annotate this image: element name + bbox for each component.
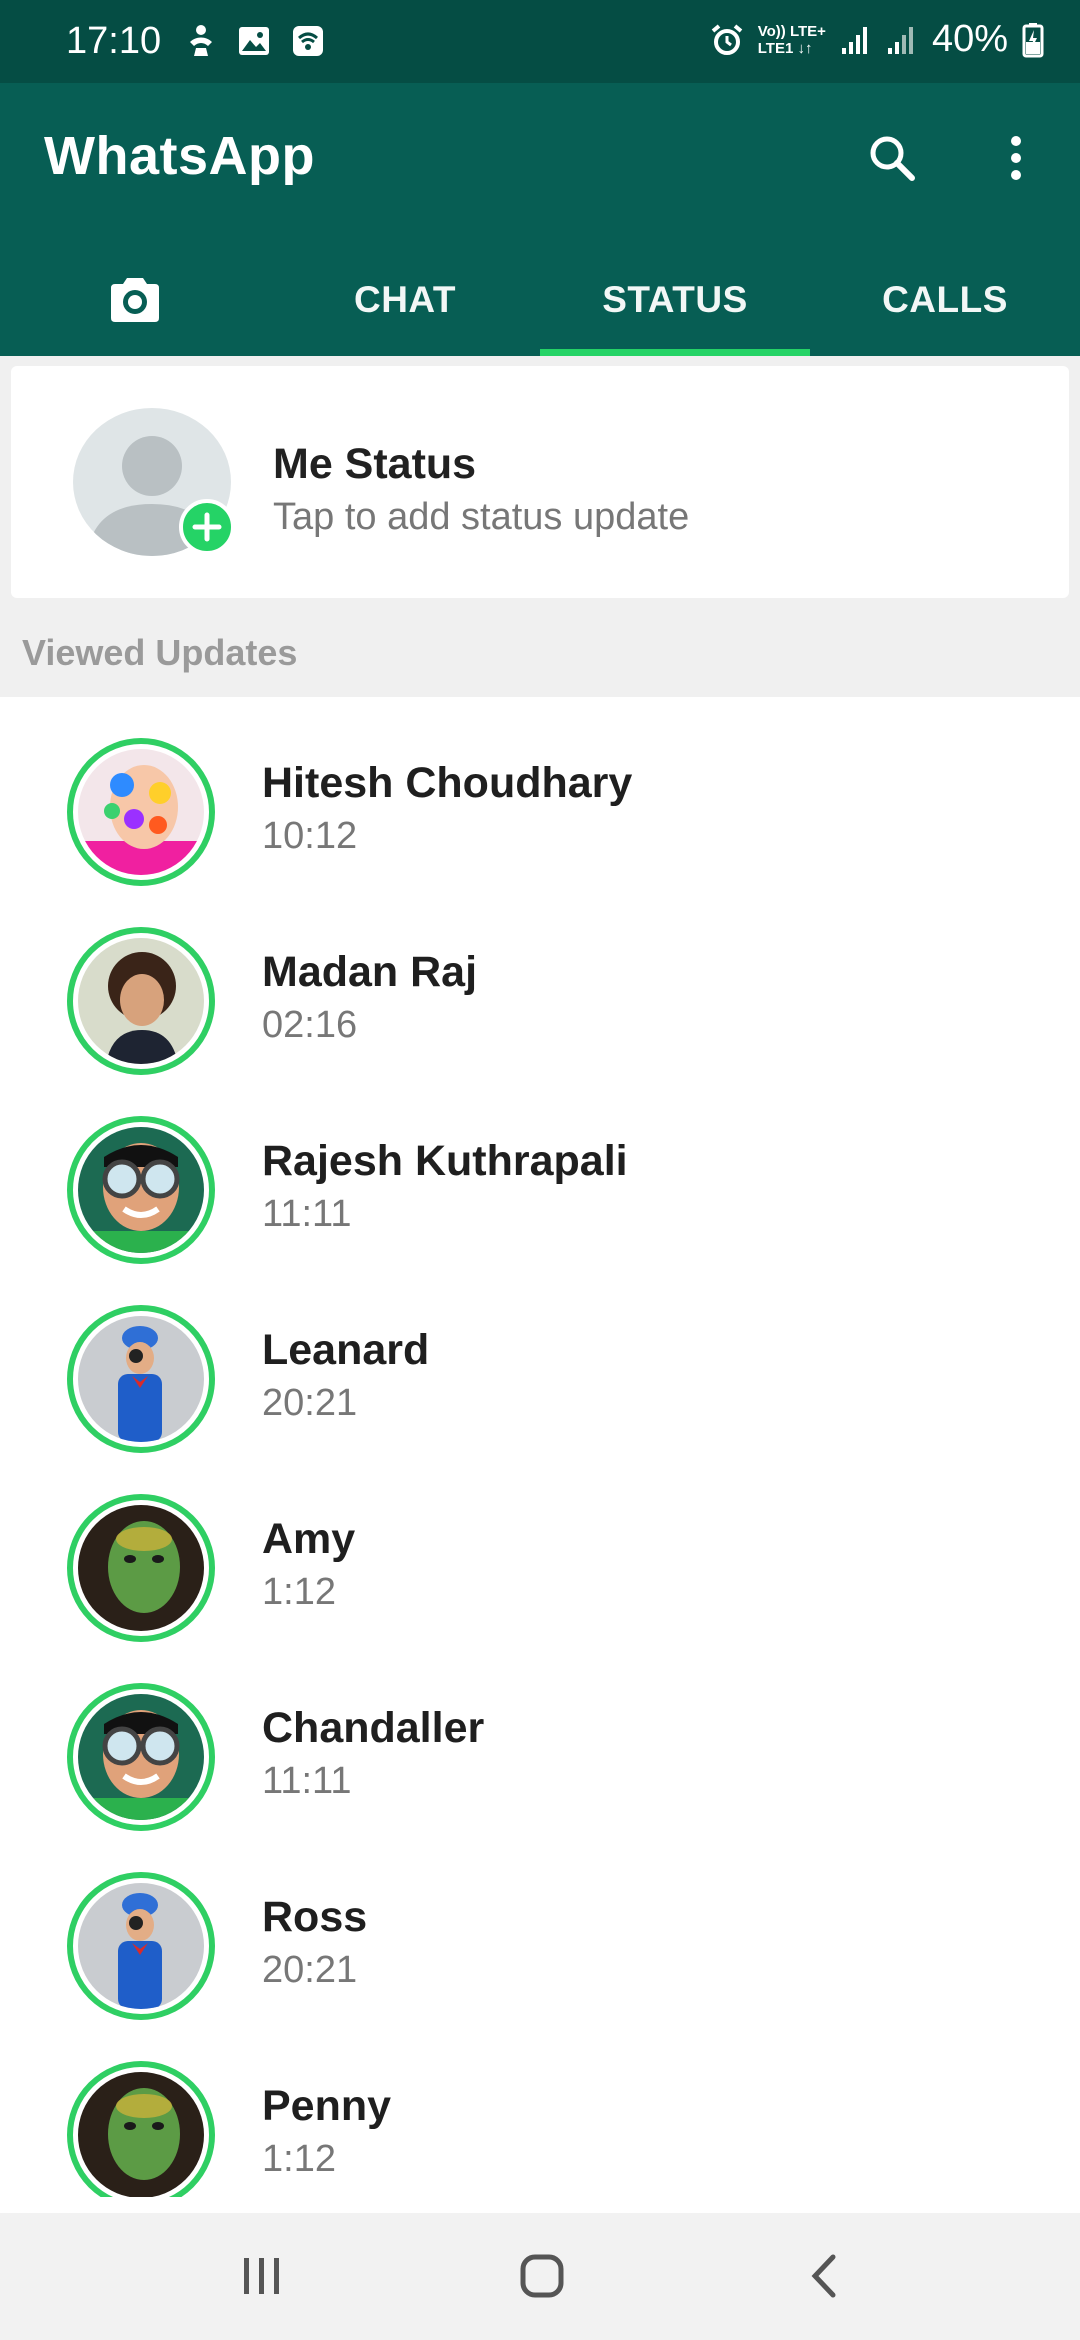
contact-photo — [78, 1127, 204, 1253]
plus-icon — [192, 512, 222, 542]
status-time: 1:12 — [262, 1571, 336, 1613]
contact-photo — [78, 2072, 204, 2197]
status-item[interactable]: Ross 20:21 — [0, 1831, 1080, 2020]
status-time: 1:12 — [262, 2138, 336, 2180]
tab-bar: CHAT STATUS CALLS — [0, 243, 1080, 356]
clock: 17:10 — [66, 20, 162, 62]
accessibility-icon — [190, 25, 212, 56]
alarm-icon — [711, 23, 743, 55]
my-status-card[interactable]: Me Status Tap to add status update — [11, 366, 1069, 598]
status-item[interactable]: Madan Raj 02:16 — [0, 886, 1080, 1075]
status-item[interactable]: Chandaller 11:11 — [0, 1642, 1080, 1831]
battery-charging-icon — [1022, 22, 1044, 57]
contact-name: Madan Raj — [262, 948, 478, 996]
status-item[interactable]: Amy 1:12 — [0, 1453, 1080, 1642]
back-button[interactable] — [784, 2243, 864, 2309]
home-icon — [520, 2254, 564, 2298]
tab-chat[interactable]: CHAT — [270, 243, 540, 356]
status-ring — [67, 1683, 215, 1831]
contact-photo — [78, 1694, 204, 1820]
system-indicators: Vo)) LTE+ LTE1 ↓↑ 40% — [710, 18, 1044, 61]
contact-photo — [78, 749, 204, 875]
network-line-2: LTE1 ↓↑ — [757, 39, 813, 57]
contact-name: Hitesh Choudhary — [262, 759, 633, 807]
status-time: 10:12 — [262, 815, 358, 857]
contact-name: Chandaller — [262, 1704, 485, 1752]
status-time: 20:21 — [262, 1949, 358, 1991]
tab-calls[interactable]: CALLS — [810, 243, 1080, 356]
search-button[interactable] — [862, 123, 922, 193]
more-vert-icon — [1011, 136, 1021, 180]
my-status-title: Me Status — [273, 440, 477, 488]
status-item[interactable]: Leanard 20:21 — [0, 1264, 1080, 1453]
contact-photo — [78, 1505, 204, 1631]
network-line-1: Vo)) LTE+ — [757, 22, 826, 40]
status-ring — [67, 1872, 215, 2020]
camera-icon — [111, 277, 159, 322]
network-type: Vo)) LTE+ LTE1 ↓↑ — [758, 23, 826, 57]
status-time: 02:16 — [262, 1004, 358, 1046]
status-time: 11:11 — [262, 1760, 352, 1802]
recents-button[interactable] — [222, 2243, 302, 2309]
status-ring — [67, 738, 215, 886]
wifi-call-icon — [293, 26, 323, 56]
contact-name: Rajesh Kuthrapali — [262, 1137, 628, 1185]
contact-name: Leanard — [262, 1326, 430, 1374]
status-bar: 17:10 Vo)) LTE+ LTE1 ↓↑ 40% — [0, 0, 1080, 83]
search-icon — [870, 136, 915, 181]
notification-icons — [186, 24, 324, 58]
status-item[interactable]: Hitesh Choudhary 10:12 — [0, 697, 1080, 886]
gallery-icon — [239, 27, 269, 55]
status-item[interactable]: Penny 1:12 — [0, 2020, 1080, 2197]
status-ring — [67, 2061, 215, 2197]
status-time: 11:11 — [262, 1193, 352, 1235]
contact-photo — [78, 938, 204, 1064]
status-time: 20:21 — [262, 1382, 358, 1424]
my-status-section: Me Status Tap to add status update Viewe… — [0, 356, 1080, 697]
back-icon — [811, 2254, 836, 2298]
app-title: WhatsApp — [44, 126, 315, 186]
viewed-updates-header: Viewed Updates — [22, 632, 298, 673]
contact-photo — [78, 1316, 204, 1442]
add-status-button[interactable] — [179, 499, 235, 555]
recents-icon — [244, 2258, 279, 2294]
status-ring — [67, 1116, 215, 1264]
contact-name: Amy — [262, 1515, 356, 1563]
signal-icon-1 — [841, 26, 867, 54]
more-options-button[interactable] — [988, 123, 1044, 193]
contact-name: Ross — [262, 1893, 368, 1941]
battery-percent: 40% — [931, 18, 1008, 60]
signal-icon-2 — [887, 26, 913, 54]
contact-photo — [78, 1883, 204, 2009]
tab-camera[interactable] — [0, 243, 270, 356]
status-item[interactable]: Rajesh Kuthrapali 11:11 — [0, 1075, 1080, 1264]
tab-status[interactable]: STATUS — [540, 243, 810, 356]
app-bar: WhatsApp CHAT STATUS CALLS — [0, 83, 1080, 356]
status-list: Hitesh Choudhary 10:12 Madan Raj 02:16 R… — [0, 697, 1080, 2197]
contact-name: Penny — [262, 2082, 392, 2130]
my-status-subtitle: Tap to add status update — [273, 496, 690, 538]
system-nav-bar — [0, 2213, 1080, 2340]
home-button[interactable] — [502, 2243, 582, 2309]
status-ring — [67, 927, 215, 1075]
status-ring — [67, 1305, 215, 1453]
status-ring — [67, 1494, 215, 1642]
